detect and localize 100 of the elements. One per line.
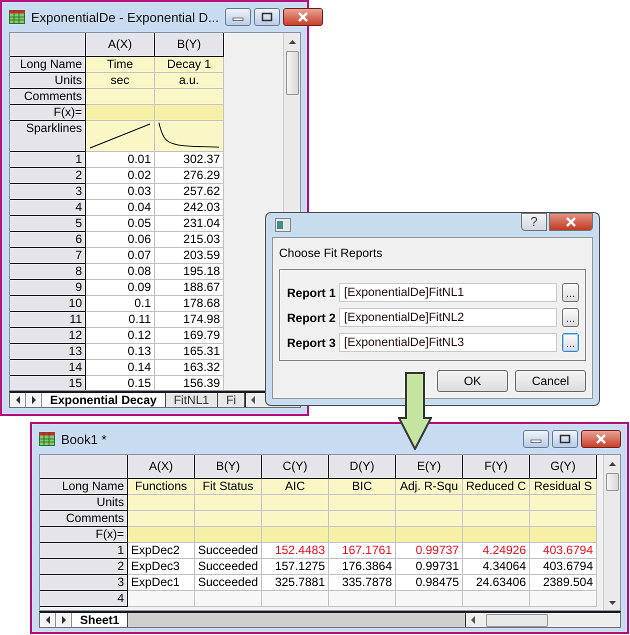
- label-cell: [128, 511, 195, 527]
- tab-prev-button[interactable]: [10, 393, 26, 407]
- maximize-button[interactable]: [254, 8, 280, 26]
- label-cell: [128, 495, 195, 511]
- column-header[interactable]: A(X): [86, 33, 155, 57]
- tab-next-button[interactable]: [56, 613, 72, 627]
- maximize-icon: [260, 12, 273, 22]
- label-cell: [530, 527, 597, 543]
- row-label: F(x)=: [40, 527, 128, 543]
- label-cell: [329, 527, 396, 543]
- worksheet-icon: [9, 10, 25, 24]
- label-cell: [195, 527, 262, 543]
- row-number: 2: [10, 168, 86, 184]
- row-label: Long Name: [10, 57, 86, 73]
- browse-button[interactable]: ...: [562, 283, 579, 302]
- corner-cell[interactable]: [10, 33, 86, 57]
- close-button[interactable]: [581, 430, 621, 448]
- close-button[interactable]: [549, 213, 593, 231]
- row-number: 8: [10, 264, 86, 280]
- label-cell: BIC: [329, 479, 396, 495]
- scroll-thumb[interactable]: [286, 51, 298, 95]
- column-header[interactable]: B(Y): [155, 33, 224, 57]
- table-cell: 174.98: [155, 312, 224, 328]
- table-cell: 157.1275: [262, 559, 329, 575]
- column-header[interactable]: G(Y): [530, 455, 597, 479]
- row-number: 11: [10, 312, 86, 328]
- column-header[interactable]: E(Y): [396, 455, 463, 479]
- table-cell: 0.99737: [396, 543, 463, 559]
- label-cell: [262, 495, 329, 511]
- close-icon: [296, 12, 309, 22]
- scroll-thumb[interactable]: [486, 614, 548, 626]
- tab-next-button[interactable]: [26, 393, 42, 407]
- left-arrow-icon: [44, 616, 50, 624]
- table-cell: 203.59: [155, 248, 224, 264]
- row-label: Sparklines: [10, 121, 86, 152]
- table-cell: 165.31: [155, 344, 224, 360]
- column-header[interactable]: A(X): [128, 455, 195, 479]
- label-cell: [195, 511, 262, 527]
- maximize-icon: [559, 434, 571, 444]
- table-cell: 188.67: [155, 280, 224, 296]
- label-cell: [463, 511, 530, 527]
- column-header[interactable]: F(Y): [463, 455, 530, 479]
- sheet-tab[interactable]: Exponential Decay: [42, 393, 166, 407]
- field-label: Report 2: [287, 310, 334, 324]
- table-cell: 302.37: [155, 152, 224, 168]
- table-cell: 24.63406: [463, 575, 530, 591]
- table-cell: 163.32: [155, 360, 224, 376]
- input-field[interactable]: [ExponentialDe]FitNL3: [339, 333, 557, 352]
- row-number: 6: [10, 232, 86, 248]
- maximize-button[interactable]: [552, 430, 578, 448]
- corner-cell[interactable]: [40, 455, 128, 479]
- tab-prev-button[interactable]: [40, 613, 56, 627]
- row-number: 14: [10, 360, 86, 376]
- dialog-button[interactable]: Cancel: [515, 370, 586, 392]
- close-icon: [595, 434, 607, 444]
- label-cell: Decay 1: [155, 57, 224, 73]
- scroll-up-icon: [608, 461, 616, 467]
- vertical-scrollbar[interactable]: [603, 455, 620, 610]
- column-header[interactable]: D(Y): [329, 455, 396, 479]
- table-cell: 335.7878: [329, 575, 396, 591]
- table-cell: 0.04: [86, 200, 155, 216]
- table-cell: Succeeded: [195, 559, 262, 575]
- sheet-tab[interactable]: FitNL1: [166, 393, 218, 407]
- label-cell: Time: [86, 57, 155, 73]
- table-cell: 4.24926: [463, 543, 530, 559]
- sheet-tab[interactable]: Sheet1: [72, 613, 128, 627]
- horizontal-scrollbar[interactable]: [465, 613, 620, 627]
- browse-button[interactable]: ...: [562, 333, 579, 352]
- minimize-button[interactable]: [224, 8, 251, 26]
- close-button[interactable]: [282, 8, 323, 26]
- table-cell: 176.3864: [329, 559, 396, 575]
- column-header[interactable]: C(Y): [262, 455, 329, 479]
- column-header[interactable]: B(Y): [195, 455, 262, 479]
- row-label: Comments: [40, 511, 128, 527]
- row-number: 3: [40, 575, 128, 591]
- dialog-button[interactable]: OK: [437, 370, 508, 392]
- scroll-thumb[interactable]: [606, 473, 618, 491]
- input-field[interactable]: [ExponentialDe]FitNL2: [339, 308, 557, 327]
- label-cell: [195, 495, 262, 511]
- minimize-button[interactable]: [523, 430, 549, 448]
- table-cell: ExpDec1: [128, 575, 195, 591]
- label-cell: [86, 89, 155, 105]
- input-field[interactable]: [ExponentialDe]FitNL1: [339, 283, 557, 302]
- table-cell: [396, 591, 463, 607]
- left-arrow-icon: [250, 396, 256, 404]
- label-cell: [262, 511, 329, 527]
- row-number: 4: [40, 591, 128, 607]
- table-cell: 4.34064: [463, 559, 530, 575]
- sheet-tab[interactable]: Fi: [218, 393, 246, 407]
- worksheet-icon: [39, 432, 55, 446]
- row-number: 5: [10, 216, 86, 232]
- table-cell: 325.7881: [262, 575, 329, 591]
- label-cell: a.u.: [155, 73, 224, 89]
- help-button[interactable]: ?: [521, 213, 547, 231]
- row-number: 1: [10, 152, 86, 168]
- table-cell: 403.6794: [530, 543, 597, 559]
- browse-button[interactable]: ...: [562, 308, 579, 327]
- table-cell: 169.79: [155, 328, 224, 344]
- table-cell: 195.18: [155, 264, 224, 280]
- table-cell: 276.29: [155, 168, 224, 184]
